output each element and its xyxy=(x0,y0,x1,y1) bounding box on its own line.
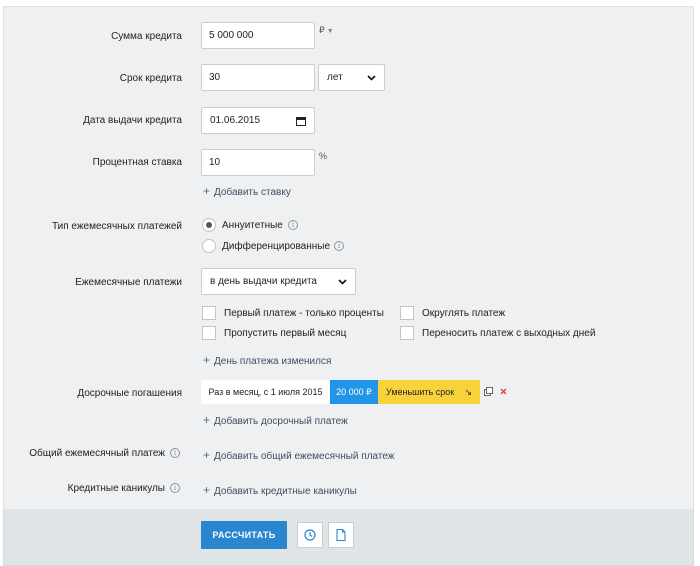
payment-day-changed-text: День платежа изменился xyxy=(214,356,332,367)
close-icon[interactable] xyxy=(500,388,507,395)
copy-icon[interactable] xyxy=(484,387,493,396)
plus-icon: + xyxy=(203,413,211,427)
plus-icon: + xyxy=(203,353,211,367)
term-input[interactable] xyxy=(201,64,315,91)
payment-type-label: Тип ежемесячных платежей xyxy=(51,221,182,232)
amount-label: Сумма кредита xyxy=(111,31,182,42)
rate-label: Процентная ставка xyxy=(92,157,182,168)
add-common-text: Добавить общий ежемесячный платеж xyxy=(214,451,395,462)
term-label: Срок кредита xyxy=(119,73,182,84)
differentiated-radio[interactable] xyxy=(202,239,216,253)
document-button[interactable] xyxy=(328,522,354,548)
first-interest-only-label: Первый платеж - только проценты xyxy=(224,308,384,319)
shift-weekend-label: Переносить платеж с выходных дней xyxy=(422,328,596,339)
add-rate-link[interactable]: + Добавить ставку xyxy=(203,184,291,198)
early-entry-amount[interactable]: 20 000 ₽ xyxy=(330,380,378,404)
early-mode-text: Уменьшить срок xyxy=(386,387,455,397)
history-button[interactable] xyxy=(297,522,323,548)
add-early-text: Добавить досрочный платеж xyxy=(214,416,348,427)
add-holidays-text: Добавить кредитные каникулы xyxy=(214,486,357,497)
holidays-label: Кредитные каникулы xyxy=(67,483,165,494)
info-icon[interactable]: i xyxy=(170,448,180,458)
differentiated-label: Дифференцированные xyxy=(222,241,331,252)
percent-unit: % xyxy=(319,151,328,161)
early-label: Досрочные погашения xyxy=(77,388,182,399)
shift-weekend-checkbox[interactable] xyxy=(400,326,414,340)
chevron-down-icon xyxy=(367,74,376,81)
term-unit-value: лет xyxy=(327,72,343,83)
currency-symbol: ₽ xyxy=(319,25,325,35)
date-input[interactable]: 01.06.2015 xyxy=(201,107,315,134)
first-interest-only-checkbox[interactable] xyxy=(202,306,216,320)
add-early-link[interactable]: + Добавить досрочный платеж xyxy=(203,413,348,427)
chevron-down-icon xyxy=(338,278,347,285)
term-unit-select[interactable]: лет xyxy=(318,64,385,91)
calendar-icon[interactable] xyxy=(296,116,306,126)
info-icon[interactable]: i xyxy=(288,220,298,230)
calculate-button[interactable]: РАССЧИТАТЬ xyxy=(201,521,287,549)
monthly-value: в день выдачи кредита xyxy=(210,276,317,287)
monthly-label: Ежемесячные платежи xyxy=(75,277,182,288)
plus-icon: + xyxy=(203,483,211,497)
early-entry-schedule[interactable]: Раз в месяц, с 1 июля 2015 xyxy=(201,380,330,404)
payment-day-changed-link[interactable]: + День платежа изменился xyxy=(203,353,331,367)
info-icon[interactable]: i xyxy=(334,241,344,251)
skip-first-month-checkbox[interactable] xyxy=(202,326,216,340)
add-rate-text: Добавить ставку xyxy=(214,187,291,198)
annuity-label: Аннуитетные xyxy=(222,220,283,231)
round-payment-checkbox[interactable] xyxy=(400,306,414,320)
amount-input[interactable] xyxy=(201,22,315,49)
arrow-down-right-icon: ↘ xyxy=(464,386,472,397)
common-label: Общий ежемесячный платеж xyxy=(29,448,165,459)
rate-input[interactable] xyxy=(201,149,315,176)
plus-icon: + xyxy=(203,184,211,198)
add-holidays-link[interactable]: + Добавить кредитные каникулы xyxy=(203,483,357,497)
annuity-radio[interactable] xyxy=(202,218,216,232)
date-label: Дата выдачи кредита xyxy=(83,115,182,126)
clock-icon xyxy=(304,529,316,541)
skip-first-month-label: Пропустить первый месяц xyxy=(224,328,347,339)
monthly-select[interactable]: в день выдачи кредита xyxy=(201,268,356,295)
add-common-link[interactable]: + Добавить общий ежемесячный платеж xyxy=(203,448,395,462)
round-payment-label: Округлять платеж xyxy=(422,308,506,319)
document-icon xyxy=(336,529,346,541)
info-icon[interactable]: i xyxy=(170,483,180,493)
early-entry-mode[interactable]: Уменьшить срок ↘ xyxy=(378,380,480,404)
plus-icon: + xyxy=(203,448,211,462)
chevron-down-icon: ▼ xyxy=(326,28,334,35)
currency-selector[interactable]: ₽ ▼ xyxy=(319,25,334,36)
date-value: 01.06.2015 xyxy=(210,115,261,126)
